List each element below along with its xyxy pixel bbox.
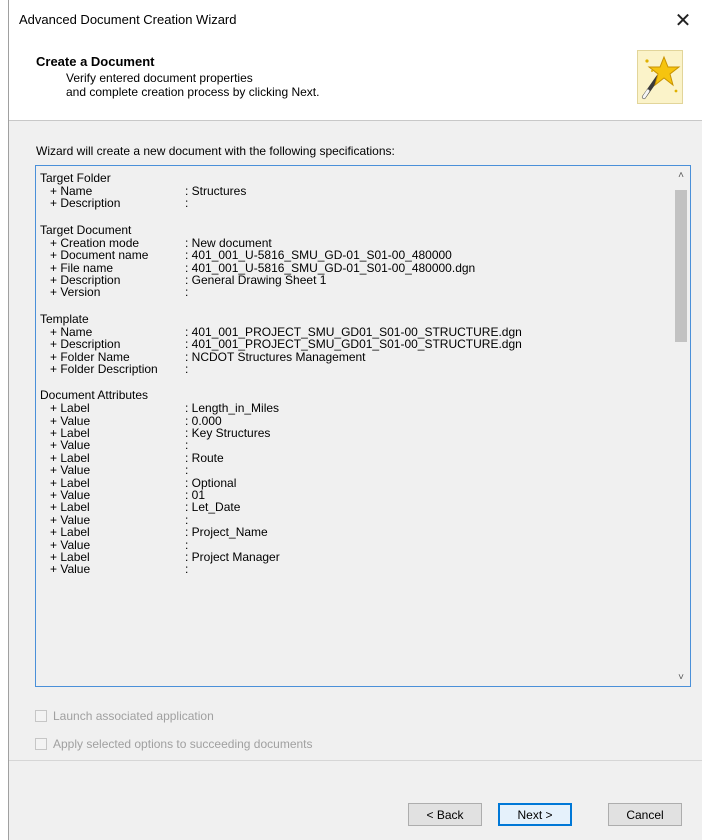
spec-value: :	[185, 196, 189, 211]
spec-value: :	[185, 463, 189, 478]
spec-key: + Document name	[50, 248, 149, 263]
spec-row: + Label: Project Manager	[40, 551, 660, 563]
spec-row: + Label: Let_Date	[40, 501, 660, 513]
spec-row: + Version:	[40, 286, 660, 298]
next-button[interactable]: Next >	[498, 803, 572, 826]
specifications-content: Target Folder + Name: Structures + Descrip…	[40, 172, 660, 576]
wizard-header: Create a Document Verify entered documen…	[9, 40, 702, 121]
spec-value: : Project Manager	[185, 549, 280, 564]
spec-key: + Value	[50, 562, 91, 577]
spec-value: : Route	[185, 450, 224, 465]
spec-value: : Project_Name	[185, 525, 268, 540]
spec-value: : Structures	[185, 184, 247, 198]
page-subtitle: Verify entered document properties and c…	[66, 71, 320, 99]
apply-options-option[interactable]: Apply selected options to succeeding doc…	[35, 737, 313, 751]
spec-row: + Description: General Drawing Sheet 1	[40, 274, 660, 286]
title-bar: Advanced Document Creation Wizard ✕	[9, 0, 702, 40]
wizard-window: Advanced Document Creation Wizard ✕ Crea…	[8, 0, 702, 840]
spec-row: + Label: Route	[40, 452, 660, 464]
spec-row: + Value:	[40, 563, 660, 575]
spec-value: : Let_Date	[185, 500, 241, 515]
scroll-thumb[interactable]	[675, 190, 687, 342]
spec-value: : Length_in_Miles	[185, 401, 280, 416]
launch-application-checkbox[interactable]	[35, 710, 47, 722]
spec-value: :	[185, 285, 189, 300]
spec-value: : NCDOT Structures Management	[185, 349, 366, 364]
page-title: Create a Document	[36, 54, 155, 69]
spec-key: + Value	[50, 463, 91, 478]
intro-text: Wizard will create a new document with t…	[36, 144, 395, 158]
spec-value: : General Drawing Sheet 1	[185, 272, 327, 287]
spec-row: + Name: Structures	[40, 185, 660, 197]
spec-row: + Value:	[40, 464, 660, 476]
section-heading: Template	[40, 311, 89, 326]
spec-key: + Description	[50, 196, 121, 211]
spec-key: + Label	[50, 525, 90, 540]
spec-value: : 401_001_PROJECT_SMU_GD01_S01-00_STRUCT…	[185, 337, 522, 352]
spec-row: + Folder Description:	[40, 363, 660, 375]
specifications-list[interactable]: Target Folder + Name: Structures + Descrip…	[35, 165, 691, 687]
spec-value: :	[185, 562, 189, 577]
spec-row: + Label : Project_Name	[40, 526, 660, 538]
close-button[interactable]: ✕	[663, 0, 702, 40]
back-button[interactable]: < Back	[408, 803, 482, 826]
section-heading: Target Document	[40, 222, 132, 237]
spec-key: + Version	[50, 285, 101, 300]
spec-key: + Folder Description	[50, 361, 158, 376]
cancel-button[interactable]: Cancel	[608, 803, 682, 826]
scroll-up-icon[interactable]: ˄	[672, 166, 690, 184]
spec-value: : Key Structures	[185, 426, 271, 441]
scroll-down-icon[interactable]: ˅	[672, 668, 690, 686]
launch-application-option[interactable]: Launch associated application	[35, 709, 214, 723]
section-heading: Target Folder	[40, 171, 111, 185]
apply-options-checkbox[interactable]	[35, 738, 47, 750]
magic-wand-star-icon	[637, 50, 683, 104]
spec-row: + Description : 401_001_PROJECT_SMU_GD01_…	[40, 338, 660, 350]
spec-value: :	[185, 361, 189, 376]
spec-key: + Label	[50, 401, 90, 416]
spec-row: + File name: 401_001_U-5816_SMU_GD-01_S0…	[40, 262, 660, 274]
spec-key: + Description	[50, 337, 121, 352]
spec-row: + Value:	[40, 539, 660, 551]
spec-row: + Label: Optional	[40, 477, 660, 489]
apply-options-label: Apply selected options to succeeding doc…	[53, 737, 313, 751]
footer-divider	[9, 760, 702, 761]
spec-row: + Label: Key Structures	[40, 427, 660, 439]
section-heading: Document Attributes	[40, 388, 149, 403]
spec-row: + Value:	[40, 514, 660, 526]
spec-row: + Value: 0.000	[40, 415, 660, 427]
spec-row: + Description:	[40, 197, 660, 209]
spec-row: + Label : Length_in_Miles	[40, 402, 660, 414]
window-title: Advanced Document Creation Wizard	[19, 12, 237, 27]
spec-row: + Document name : 401_001_U-5816_SMU_GD-0…	[40, 249, 660, 261]
launch-application-label: Launch associated application	[53, 709, 214, 723]
spec-value: : 401_001_U-5816_SMU_GD-01_S01-00_480000	[185, 248, 452, 263]
vertical-scrollbar[interactable]: ˄ ˅	[672, 166, 690, 686]
spec-row: + Value:	[40, 439, 660, 451]
spec-row: + Value: 01	[40, 489, 660, 501]
